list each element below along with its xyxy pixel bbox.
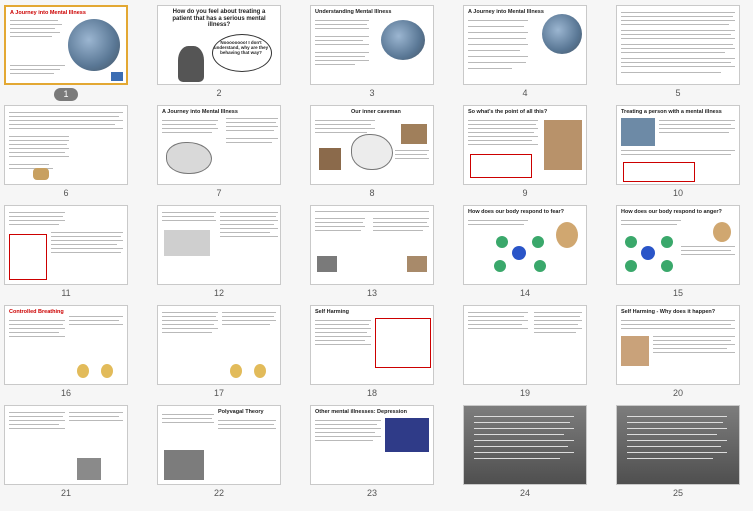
slide-thumbnail-2[interactable]: How do you feel about treating a patient… <box>157 5 281 85</box>
slide-thumbnail-12[interactable] <box>157 205 281 285</box>
slide-thumbnail-20[interactable]: Self Harming - Why does it happen? <box>616 305 740 385</box>
slide-thumbnail-16[interactable]: Controlled Breathing <box>4 305 128 385</box>
slide-title: A Journey into Mental Illness <box>10 10 86 16</box>
slide-title: Treating a person with a mental illness <box>621 109 722 115</box>
slide-title: A Journey into Mental Illness <box>468 9 544 15</box>
slide-title: How does our body respond to fear? <box>468 209 564 215</box>
slide-number: 22 <box>213 488 224 498</box>
slide-thumbnail-24[interactable] <box>463 405 587 485</box>
slide-cell-23: Other mental illnesses: Depression 23 <box>310 405 434 505</box>
slide-thumbnail-25[interactable] <box>616 405 740 485</box>
slide-cell-9: So what's the point of all this? 9 <box>463 105 587 205</box>
slide-number: 18 <box>366 388 377 398</box>
slide-cell-11: 11 <box>4 205 128 305</box>
slide-number: 10 <box>672 188 683 198</box>
slide-cell-5: 5 <box>616 5 740 105</box>
slide-thumbnail-17[interactable] <box>157 305 281 385</box>
slide-thumbnail-9[interactable]: So what's the point of all this? <box>463 105 587 185</box>
slide-thumbnail-3[interactable]: Understanding Mental Illness <box>310 5 434 85</box>
slide-thumbnail-21[interactable] <box>4 405 128 485</box>
slide-cell-21: 21 <box>4 405 128 505</box>
slide-title: Self Harming <box>315 309 349 315</box>
speech-bubble-text: Noooooooo! I don't understand, why are t… <box>213 40 269 55</box>
slide-thumbnail-10[interactable]: Treating a person with a mental illness <box>616 105 740 185</box>
slide-thumbnail-7[interactable]: A Journey into Mental Illness <box>157 105 281 185</box>
slide-title: Our inner caveman <box>351 109 401 115</box>
slide-cell-3: Understanding Mental Illness 3 <box>310 5 434 105</box>
slide-thumbnail-4[interactable]: A Journey into Mental Illness <box>463 5 587 85</box>
slide-title: So what's the point of all this? <box>468 109 548 115</box>
slide-cell-1: A Journey into Mental Illness 1 <box>4 5 128 105</box>
slide-number: 11 <box>61 288 71 298</box>
slide-cell-13: 13 <box>310 205 434 305</box>
slide-number: 4 <box>522 88 528 98</box>
slide-cell-18: Self Harming 18 <box>310 305 434 405</box>
slide-thumbnail-15[interactable]: How does our body respond to anger? <box>616 205 740 285</box>
slide-cell-14: How does our body respond to fear? 14 <box>463 205 587 305</box>
slide-cell-16: Controlled Breathing 16 <box>4 305 128 405</box>
slide-title: Other mental illnesses: Depression <box>315 409 408 415</box>
slide-number: 14 <box>519 288 530 298</box>
slide-title: How does our body respond to anger? <box>621 209 722 215</box>
slide-title: Controlled Breathing <box>9 309 64 315</box>
slide-sorter: A Journey into Mental Illness 1 How do y… <box>0 0 753 511</box>
slide-number: 3 <box>369 88 375 98</box>
slide-number: 20 <box>672 388 683 398</box>
slide-thumbnail-8[interactable]: Our inner caveman <box>310 105 434 185</box>
slide-number: 15 <box>672 288 683 298</box>
slide-cell-20: Self Harming - Why does it happen? 20 <box>616 305 740 405</box>
slide-cell-17: 17 <box>157 305 281 405</box>
slide-thumbnail-18[interactable]: Self Harming <box>310 305 434 385</box>
slide-cell-24: 24 <box>463 405 587 505</box>
slide-number: 17 <box>213 388 224 398</box>
slide-number: 25 <box>672 488 683 498</box>
slide-number: 9 <box>522 188 528 198</box>
slide-title: Self Harming - Why does it happen? <box>621 309 716 315</box>
slide-cell-4: A Journey into Mental Illness 4 <box>463 5 587 105</box>
slide-cell-15: How does our body respond to anger? 15 <box>616 205 740 305</box>
slide-number: 8 <box>369 188 375 198</box>
slide-number: 2 <box>216 88 222 98</box>
slide-cell-22: Polyvagal Theory 22 <box>157 405 281 505</box>
slide-number: 13 <box>366 288 377 298</box>
slide-title: A Journey into Mental Illness <box>162 109 238 115</box>
slide-grid: A Journey into Mental Illness 1 How do y… <box>4 5 749 505</box>
slide-number: 24 <box>519 488 530 498</box>
slide-cell-25: 25 <box>616 405 740 505</box>
slide-cell-10: Treating a person with a mental illness … <box>616 105 740 205</box>
slide-number: 1 <box>54 88 78 101</box>
slide-cell-19: 19 <box>463 305 587 405</box>
slide-thumbnail-19[interactable] <box>463 305 587 385</box>
slide-thumbnail-1[interactable]: A Journey into Mental Illness <box>4 5 128 85</box>
slide-number: 21 <box>60 488 71 498</box>
slide-number: 19 <box>519 388 530 398</box>
slide-thumbnail-11[interactable] <box>4 205 128 285</box>
slide-title: How do you feel about treating a patient… <box>172 9 266 29</box>
slide-title: Polyvagal Theory <box>218 409 264 415</box>
slide-number: 7 <box>216 188 222 198</box>
slide-cell-2: How do you feel about treating a patient… <box>157 5 281 105</box>
slide-badge <box>111 72 123 81</box>
slide-thumbnail-22[interactable]: Polyvagal Theory <box>157 405 281 485</box>
slide-title: Understanding Mental Illness <box>315 9 392 15</box>
slide-cell-6: 6 <box>4 105 128 205</box>
slide-cell-7: A Journey into Mental Illness 7 <box>157 105 281 205</box>
slide-number: 6 <box>63 188 69 198</box>
slide-thumbnail-13[interactable] <box>310 205 434 285</box>
slide-cell-12: 12 <box>157 205 281 305</box>
slide-number: 12 <box>213 288 224 298</box>
slide-number: 23 <box>366 488 377 498</box>
slide-thumbnail-23[interactable]: Other mental illnesses: Depression <box>310 405 434 485</box>
slide-cell-8: Our inner caveman 8 <box>310 105 434 205</box>
slide-thumbnail-6[interactable] <box>4 105 128 185</box>
slide-number: 5 <box>675 88 681 98</box>
slide-thumbnail-14[interactable]: How does our body respond to fear? <box>463 205 587 285</box>
slide-number: 16 <box>60 388 71 398</box>
slide-thumbnail-5[interactable] <box>616 5 740 85</box>
